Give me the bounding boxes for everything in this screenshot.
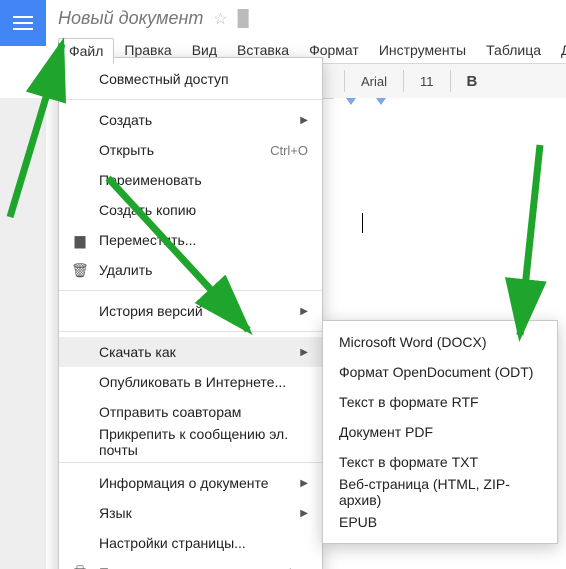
mi-copy[interactable]: Создать копию	[59, 195, 322, 225]
bold-button[interactable]: B	[461, 73, 484, 90]
mi-label: Язык	[99, 505, 290, 521]
si-docx[interactable]: Microsoft Word (DOCX)	[323, 327, 557, 357]
mi-open[interactable]: Открыть Ctrl+O	[59, 135, 322, 165]
chevron-right-icon: ▶	[300, 478, 308, 489]
mi-label: Открыть	[99, 142, 260, 158]
mi-label: Прикрепить к сообщению эл. почты	[99, 426, 308, 458]
mi-history[interactable]: История версий ▶	[59, 296, 322, 326]
folder-icon: ▆	[71, 232, 89, 249]
left-gutter	[0, 98, 46, 569]
chevron-right-icon: ▶	[300, 306, 308, 317]
doc-title[interactable]: Новый документ	[58, 8, 203, 29]
si-pdf[interactable]: Документ PDF	[323, 417, 557, 447]
mi-label: Опубликовать в Интернете...	[99, 374, 308, 390]
hamburger-icon	[13, 16, 33, 30]
mi-doc-info[interactable]: Информация о документе ▶	[59, 468, 322, 498]
title-bar: Новый документ ☆ ▉	[58, 8, 250, 29]
file-menu: Совместный доступ Создать ▶ Открыть Ctrl+O…	[58, 57, 323, 569]
trash-icon: 🗑	[71, 262, 89, 279]
toolbar-sep	[344, 70, 345, 92]
menu-sep	[59, 462, 322, 463]
font-selector[interactable]: Arial	[355, 72, 393, 91]
mi-label: Переименовать	[99, 172, 308, 188]
toolbar-sep	[450, 70, 451, 92]
mi-label: Создать копию	[99, 202, 308, 218]
menu-sep	[59, 290, 322, 291]
font-size-selector[interactable]: 11	[414, 72, 440, 91]
chevron-right-icon: ▶	[300, 115, 308, 126]
mi-label: Печать	[99, 565, 262, 569]
menu-sep	[59, 331, 322, 332]
menu-addons[interactable]: Дополнения	[551, 38, 566, 64]
mi-label: История версий	[99, 303, 290, 319]
si-rtf[interactable]: Текст в формате RTF	[323, 387, 557, 417]
mi-create[interactable]: Создать ▶	[59, 105, 322, 135]
shortcut: Ctrl+P	[272, 566, 308, 569]
folder-icon[interactable]: ▉	[238, 9, 250, 29]
shortcut: Ctrl+O	[270, 143, 308, 158]
si-txt[interactable]: Текст в формате TXT	[323, 447, 557, 477]
mi-label: Переместить...	[99, 232, 308, 248]
menu-sep	[59, 99, 322, 100]
mi-move[interactable]: ▆ Переместить...	[59, 225, 322, 255]
mi-download-as[interactable]: Скачать как ▶	[59, 337, 322, 367]
mi-label: Отправить соавторам	[99, 404, 308, 420]
chevron-right-icon: ▶	[300, 508, 308, 519]
mi-share[interactable]: Совместный доступ	[59, 64, 322, 94]
mi-label: Удалить	[99, 262, 308, 278]
mi-label: Информация о документе	[99, 475, 290, 491]
indent-marker[interactable]	[346, 98, 356, 105]
si-html[interactable]: Веб-страница (HTML, ZIP-архив)	[323, 477, 557, 507]
mi-language[interactable]: Язык ▶	[59, 498, 322, 528]
chevron-right-icon: ▶	[300, 347, 308, 358]
mi-label: Создать	[99, 112, 290, 128]
mi-send-coauthors[interactable]: Отправить соавторам	[59, 397, 322, 427]
mi-rename[interactable]: Переименовать	[59, 165, 322, 195]
si-odt[interactable]: Формат OpenDocument (ODT)	[323, 357, 557, 387]
app-menu-button[interactable]	[0, 0, 46, 46]
mi-delete[interactable]: 🗑 Удалить	[59, 255, 322, 285]
indent-marker[interactable]	[376, 98, 386, 105]
mi-label: Скачать как	[99, 344, 290, 360]
menu-tools[interactable]: Инструменты	[369, 38, 476, 64]
mi-print[interactable]: 🖶 Печать Ctrl+P	[59, 558, 322, 569]
print-icon: 🖶	[71, 561, 89, 569]
download-submenu: Microsoft Word (DOCX) Формат OpenDocumen…	[322, 320, 558, 544]
text-cursor	[362, 213, 363, 233]
star-icon[interactable]: ☆	[213, 9, 227, 29]
si-epub[interactable]: EPUB	[323, 507, 557, 537]
menu-file[interactable]: Файл	[58, 38, 114, 64]
mi-publish[interactable]: Опубликовать в Интернете...	[59, 367, 322, 397]
ruler[interactable]	[334, 98, 566, 112]
menu-table[interactable]: Таблица	[476, 38, 551, 64]
toolbar-sep	[403, 70, 404, 92]
mi-label: Настройки страницы...	[99, 535, 308, 551]
mi-label: Совместный доступ	[99, 71, 308, 87]
mi-attach-email[interactable]: Прикрепить к сообщению эл. почты	[59, 427, 322, 457]
mi-page-setup[interactable]: Настройки страницы...	[59, 528, 322, 558]
